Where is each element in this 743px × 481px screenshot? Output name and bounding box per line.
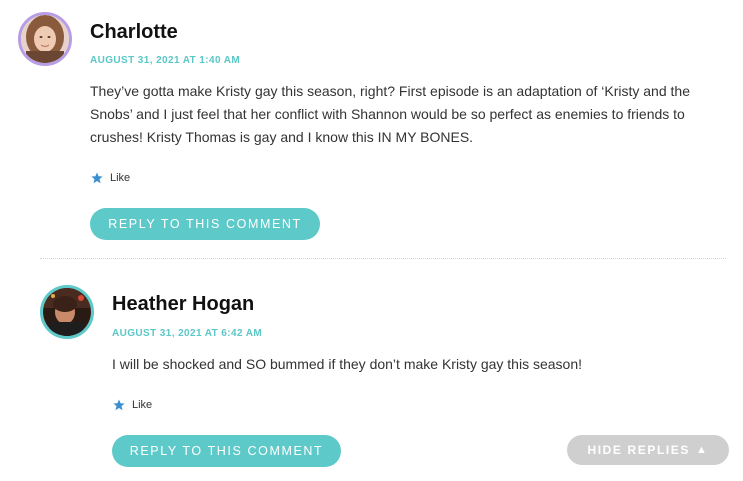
reply-button[interactable]: REPLY TO THIS COMMENT bbox=[112, 435, 341, 467]
triangle-up-icon: ▲ bbox=[696, 444, 709, 456]
reply-button[interactable]: REPLY TO THIS COMMENT bbox=[90, 208, 320, 240]
like-button[interactable]: Like bbox=[113, 399, 152, 411]
avatar-heather-hogan[interactable] bbox=[40, 285, 94, 339]
hide-replies-label: HIDE REPLIES bbox=[587, 443, 691, 457]
comment-author[interactable]: Heather Hogan bbox=[112, 294, 254, 314]
star-icon bbox=[91, 172, 103, 184]
like-button[interactable]: Like bbox=[91, 172, 130, 184]
avatar-image bbox=[21, 15, 69, 63]
comment-date-link[interactable]: AUGUST 31, 2021 AT 6:42 AM bbox=[112, 328, 262, 339]
like-label: Like bbox=[132, 399, 153, 411]
avatar-image bbox=[43, 288, 91, 336]
comment-text: They’ve gotta make Kristy gay this seaso… bbox=[90, 83, 690, 145]
comment-date-link[interactable]: AUGUST 31, 2021 AT 1:40 AM bbox=[90, 55, 240, 66]
avatar-charlotte[interactable] bbox=[18, 12, 72, 66]
hide-replies-button[interactable]: HIDE REPLIES ▲ bbox=[567, 435, 729, 465]
star-icon bbox=[113, 399, 125, 411]
like-label: Like bbox=[110, 172, 131, 184]
comment-charlotte: Charlotte AUGUST 31, 2021 AT 1:40 AM The… bbox=[0, 0, 743, 258]
comment-author[interactable]: Charlotte bbox=[90, 22, 178, 42]
comment-text: I will be shocked and SO bummed if they … bbox=[112, 356, 583, 372]
